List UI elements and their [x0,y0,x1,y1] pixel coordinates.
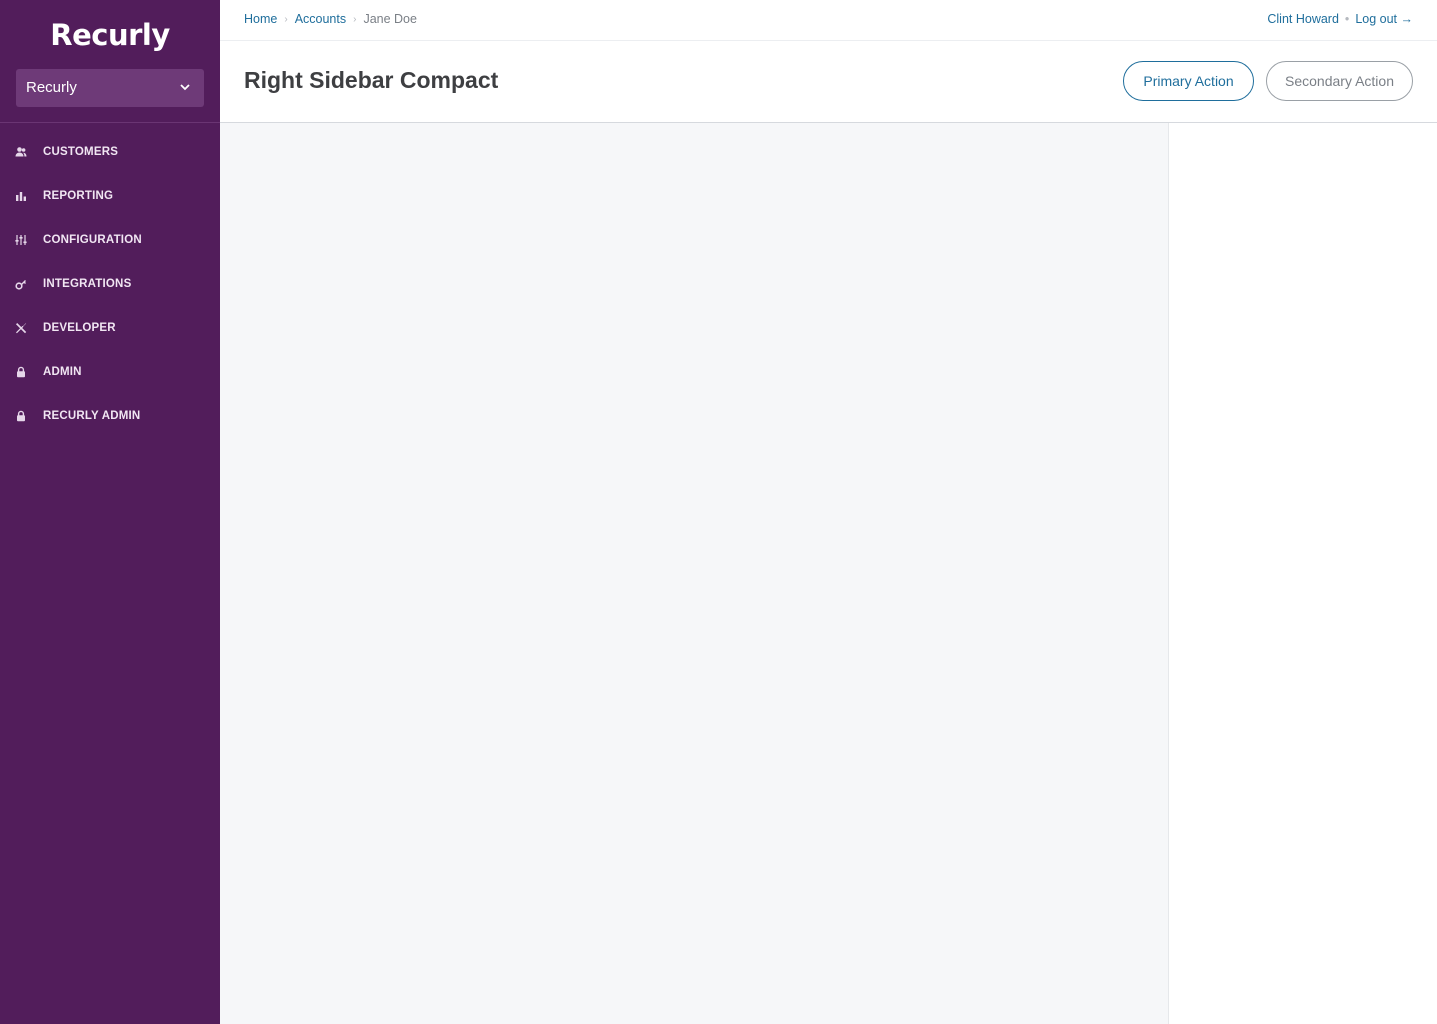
site-selector-value: Recurly [26,79,77,96]
logout-link[interactable]: Log out → [1355,12,1413,26]
page-header: Right Sidebar Compact Primary Action Sec… [220,41,1437,123]
nav-item-label: CONFIGURATION [43,234,142,246]
nav-item-configuration[interactable]: CONFIGURATION [0,218,220,262]
customers-icon [13,144,29,160]
nav-item-label: CUSTOMERS [43,146,119,158]
nav-item-label: RECURLY ADMIN [43,410,141,422]
lock-icon [13,408,29,424]
secondary-action-button[interactable]: Secondary Action [1266,61,1413,101]
breadcrumb: Home › Accounts › Jane Doe [244,12,417,26]
lock-icon [13,364,29,380]
nav-item-customers[interactable]: CUSTOMERS [0,130,220,174]
right-sidebar [1168,123,1437,1024]
breadcrumb-accounts[interactable]: Accounts [295,12,346,26]
nav-item-label: DEVELOPER [43,322,116,334]
recurly-logo[interactable]: Recurly [0,18,220,52]
main-content [220,123,1168,1024]
top-bar: Home › Accounts › Jane Doe Clint Howard … [220,0,1437,41]
sidebar-divider [0,122,220,123]
nav-item-recurly-admin[interactable]: RECURLY ADMIN [0,394,220,438]
breadcrumb-current: Jane Doe [363,12,417,26]
tools-icon [13,320,29,336]
nav-item-label: ADMIN [43,366,82,378]
nav-item-developer[interactable]: DEVELOPER [0,306,220,350]
user-links: Clint Howard • Log out → [1267,12,1413,26]
sliders-icon [13,232,29,248]
page-title: Right Sidebar Compact [244,67,499,93]
key-icon [13,276,29,292]
site-selector-dropdown[interactable]: Recurly [16,69,204,107]
nav-item-admin[interactable]: ADMIN [0,350,220,394]
user-links-separator: • [1344,12,1350,26]
sidebar-nav: CUSTOMERS REPORTING CONFIGURATION INTEGR… [0,130,220,438]
nav-item-label: REPORTING [43,190,114,202]
breadcrumb-separator: › [284,13,288,25]
bar-chart-icon [13,188,29,204]
chevron-down-icon [180,84,190,91]
primary-action-button[interactable]: Primary Action [1123,61,1254,101]
nav-item-reporting[interactable]: REPORTING [0,174,220,218]
nav-item-integrations[interactable]: INTEGRATIONS [0,262,220,306]
user-name-link[interactable]: Clint Howard [1267,12,1339,26]
breadcrumb-home[interactable]: Home [244,12,277,26]
nav-item-label: INTEGRATIONS [43,278,132,290]
breadcrumb-separator: › [353,13,357,25]
left-sidebar: Recurly Recurly CUSTOMERS REPORTING CONF… [0,0,220,1024]
